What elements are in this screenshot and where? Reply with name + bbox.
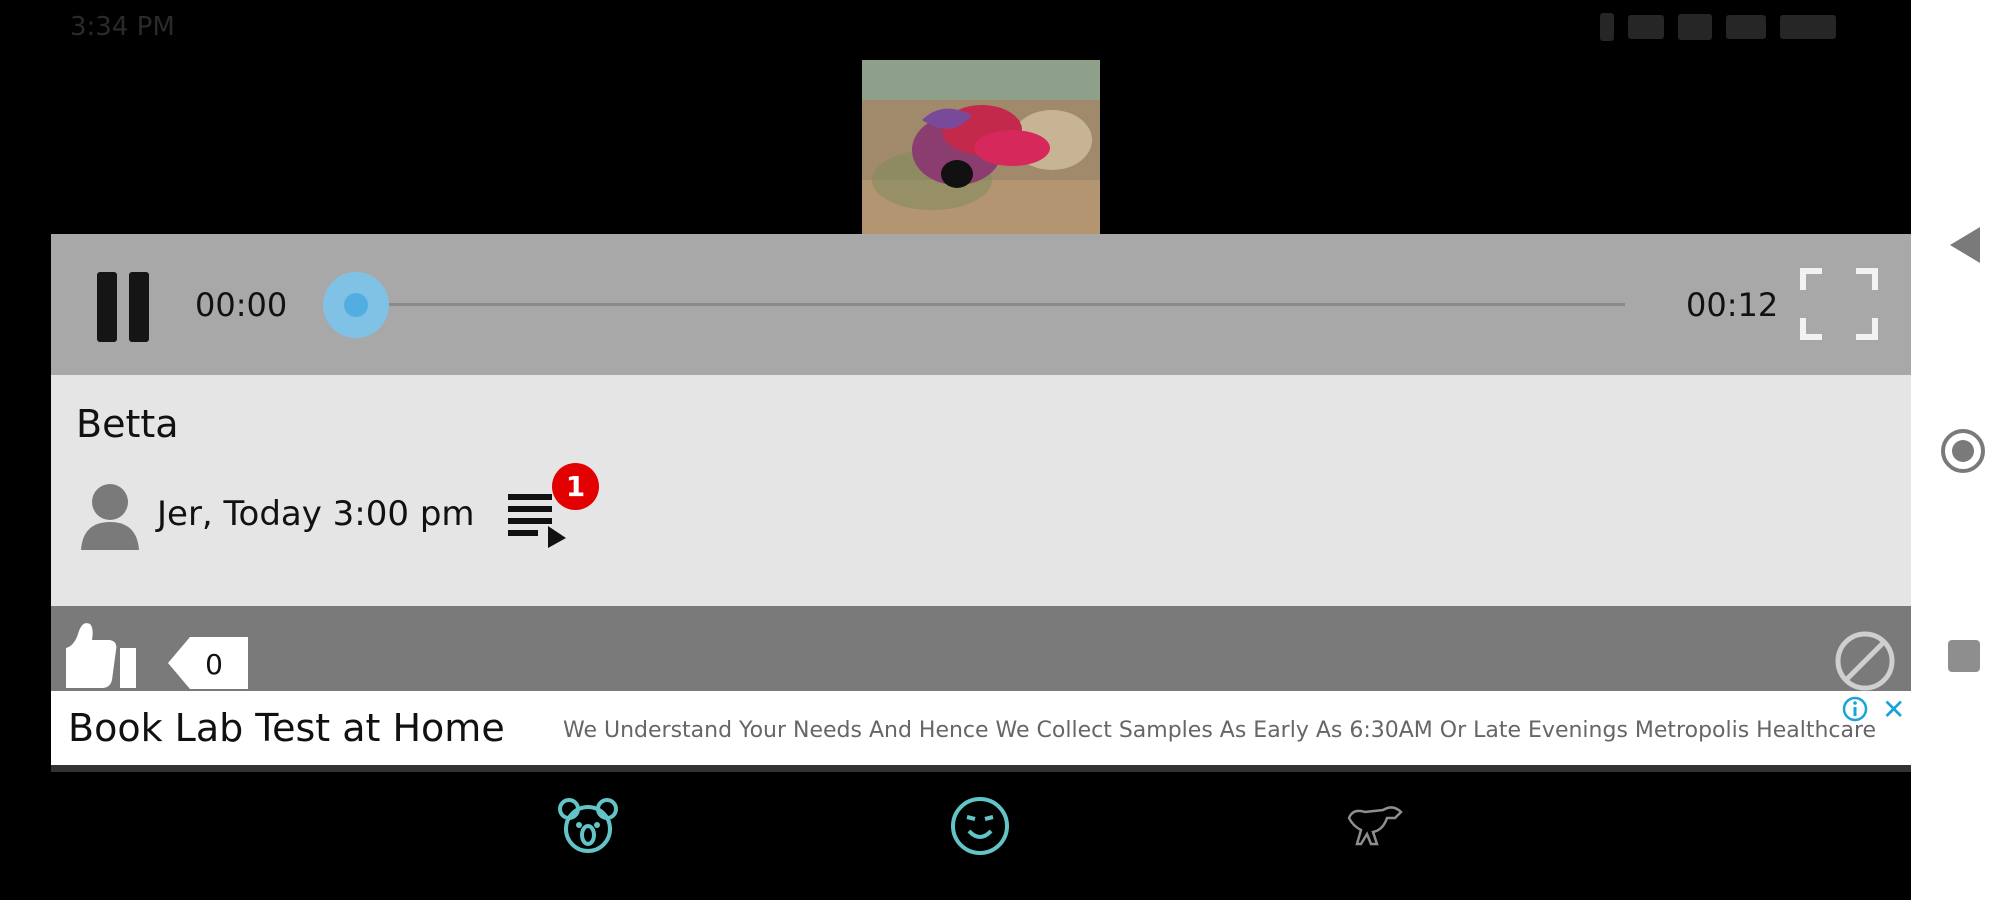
nav-dinosaur-button[interactable]	[1343, 800, 1405, 862]
seek-bar[interactable]	[360, 303, 1625, 306]
post-info-panel	[51, 375, 1911, 606]
vowifi-icon	[1678, 14, 1712, 40]
smiley-icon	[951, 797, 1009, 855]
koala-icon	[558, 798, 618, 853]
playlist-count-badge: 1	[552, 463, 599, 510]
ad-close-icon[interactable]: ✕	[1882, 693, 1905, 726]
wifi-icon	[1726, 15, 1766, 39]
duration: 00:12	[1686, 286, 1779, 324]
pause-button[interactable]	[97, 272, 151, 342]
home-circle-icon	[1941, 429, 1985, 473]
ad-title[interactable]: Book Lab Test at Home	[68, 706, 505, 750]
thumbs-up-icon	[66, 623, 136, 688]
post-author-time: Jer, Today 3:00 pm	[157, 494, 475, 534]
status-time: 3:34 PM	[70, 12, 175, 42]
nav-smiley-button[interactable]	[949, 795, 1011, 857]
back-triangle-icon	[1950, 227, 1980, 263]
pause-icon	[97, 272, 117, 342]
battery-icon	[1780, 15, 1836, 39]
block-button[interactable]	[1834, 630, 1896, 692]
fullscreen-button[interactable]	[1800, 268, 1878, 340]
system-back-button[interactable]	[1948, 225, 1982, 269]
seek-knob-core	[344, 293, 368, 317]
system-home-button[interactable]	[1940, 428, 1986, 474]
dinosaur-icon	[1347, 806, 1403, 846]
nav-koala-button[interactable]	[557, 795, 619, 857]
pause-icon-bar	[129, 272, 149, 342]
ad-text[interactable]: We Understand Your Needs And Hence We Co…	[563, 718, 1876, 743]
fullscreen-icon	[1800, 268, 1878, 340]
signal-icon	[1628, 15, 1664, 39]
system-recents-button[interactable]	[1948, 640, 1980, 672]
avatar-icon[interactable]	[77, 480, 143, 552]
like-button[interactable]	[62, 618, 142, 690]
action-bar	[51, 606, 1911, 691]
like-count: 0	[205, 648, 223, 681]
block-icon	[1835, 631, 1895, 691]
status-icons	[1600, 10, 1840, 44]
ad-info-icon[interactable]	[1842, 696, 1868, 722]
post-title: Betta	[76, 402, 179, 446]
ad-divider	[51, 765, 1911, 772]
bluetooth-icon	[1600, 13, 1614, 41]
current-time: 00:00	[195, 286, 288, 324]
